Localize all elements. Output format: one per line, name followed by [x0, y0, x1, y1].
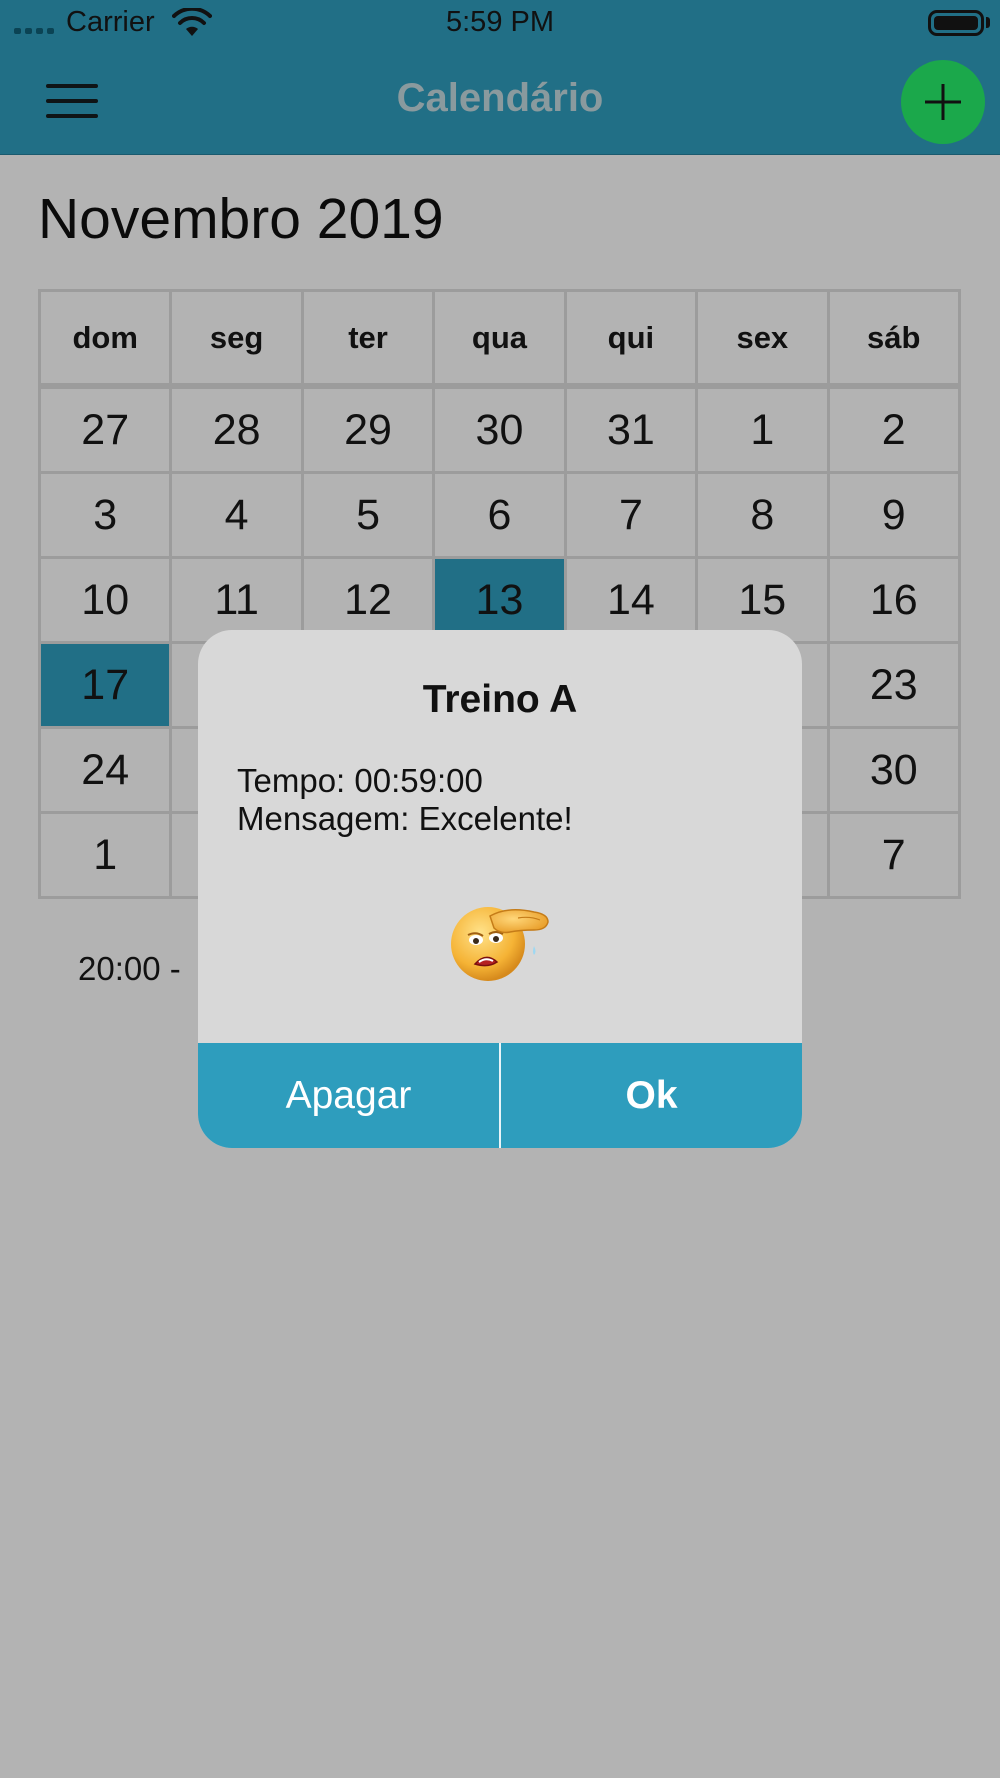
event-preview[interactable]: 20:00 - [78, 950, 181, 988]
calendar-day[interactable]: 9 [826, 471, 962, 559]
calendar-day-selected[interactable]: 17 [37, 641, 173, 729]
calendar-week-row: 27 28 29 30 31 1 2 [37, 384, 962, 474]
exhausted-face-icon [451, 907, 549, 981]
page-title: Calendário [396, 76, 604, 120]
ok-button[interactable]: Ok [501, 1043, 802, 1148]
add-button[interactable] [901, 60, 985, 144]
weekday-header: sáb [826, 289, 962, 388]
calendar-day[interactable]: 10 [37, 556, 173, 644]
dialog-message-text: Mensagem: Excelente! [237, 800, 573, 837]
calendar-day[interactable]: 28 [169, 384, 304, 474]
weekday-header-row: dom seg ter qua qui sex sáb [37, 289, 962, 388]
calendar-day[interactable]: 3 [37, 471, 173, 559]
calendar-day[interactable]: 4 [169, 471, 304, 559]
calendar-day[interactable]: 30 [432, 384, 567, 474]
calendar-day[interactable]: 8 [695, 471, 830, 559]
weekday-header: qua [432, 289, 567, 388]
status-bar: Carrier 5:59 PM [0, 0, 1000, 50]
calendar-day[interactable]: 5 [300, 471, 436, 559]
calendar-day[interactable]: 6 [432, 471, 567, 559]
calendar-week-row: 3 4 5 6 7 8 9 [37, 471, 962, 559]
calendar-day[interactable]: 31 [563, 384, 699, 474]
dialog-time-text: Tempo: 00:59:00 [237, 762, 483, 799]
battery-icon [928, 10, 984, 36]
weekday-header: qui [563, 289, 699, 388]
dialog-actions: Apagar Ok [198, 1043, 802, 1148]
status-time: 5:59 PM [446, 6, 554, 38]
month-title: Novembro 2019 [38, 187, 444, 251]
plus-icon [925, 84, 961, 120]
calendar-day[interactable]: 30 [826, 726, 962, 814]
weekday-header: ter [300, 289, 436, 388]
calendar-day[interactable]: 2 [826, 384, 962, 474]
dialog-title: Treino A [422, 678, 578, 721]
calendar-day[interactable]: 29 [300, 384, 436, 474]
weekday-header: sex [695, 289, 830, 388]
weekday-header: seg [169, 289, 304, 388]
workout-dialog: Treino A Tempo: 00:59:00 Mensagem: Excel… [198, 630, 802, 1148]
calendar-day[interactable]: 7 [826, 811, 962, 899]
calendar-day[interactable]: 24 [37, 726, 173, 814]
calendar-day[interactable]: 16 [826, 556, 962, 644]
weekday-header: dom [37, 289, 173, 388]
battery-nub [986, 17, 990, 28]
calendar-day[interactable]: 23 [826, 641, 962, 729]
calendar-day[interactable]: 1 [37, 811, 173, 899]
calendar-day[interactable]: 7 [563, 471, 699, 559]
calendar-day[interactable]: 27 [37, 384, 173, 474]
app-bar: Calendário [0, 50, 1000, 155]
calendar-day[interactable]: 1 [695, 384, 830, 474]
delete-button[interactable]: Apagar [198, 1043, 499, 1148]
